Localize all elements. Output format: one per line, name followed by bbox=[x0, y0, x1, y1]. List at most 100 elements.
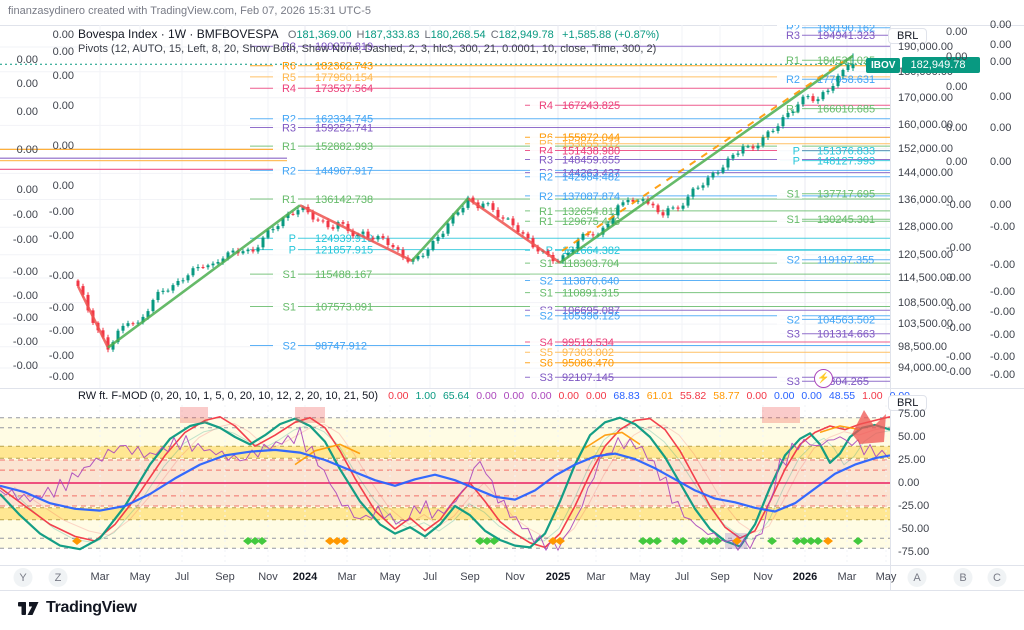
svg-text:R2: R2 bbox=[539, 172, 553, 184]
price-tick: 108,500.00 bbox=[898, 296, 954, 309]
oscillator-values: 0.00 1.00 65.64 0.00 0.00 0.00 0.00 0.00 68.83 61… bbox=[381, 390, 910, 402]
last-price-symbol: IBOV bbox=[866, 57, 901, 73]
aux-zero-tick: -0.00 bbox=[12, 209, 38, 221]
aux-zero-tick: -0.00 bbox=[48, 371, 74, 383]
timescale-badge-B[interactable]: B bbox=[953, 568, 973, 587]
red-flag-shape bbox=[852, 410, 886, 444]
time-tick: May bbox=[129, 571, 151, 583]
price-tick: 190,000.00 bbox=[898, 41, 954, 53]
ohlc-value: 181,369.00 bbox=[296, 29, 352, 41]
aux-zero-tick: 0.00 bbox=[946, 26, 968, 38]
aux-zero-tick: -0.00 bbox=[12, 360, 38, 372]
oscillator-title[interactable]: RW ft. F-MOD (0, 20, 10, 1, 5, 0, 20, 10… bbox=[78, 390, 378, 402]
timescale-badge-Y[interactable]: Y bbox=[13, 568, 33, 587]
svg-text:S1: S1 bbox=[283, 269, 296, 281]
svg-text:152882.993: 152882.993 bbox=[315, 141, 373, 153]
svg-text:182362.743: 182362.743 bbox=[315, 61, 373, 73]
svg-text:107573.091: 107573.091 bbox=[315, 301, 373, 313]
oscillator-value: 58.77 bbox=[713, 390, 740, 402]
aux-zero-tick: -0.00 bbox=[946, 199, 972, 211]
aux-zero-tick: -0.00 bbox=[48, 206, 74, 218]
pivot-line-mid-S1: S1 110891.315 bbox=[525, 286, 890, 299]
symbol-title[interactable]: Bovespa Index · 1W · BMFBOVESPA bbox=[78, 27, 279, 41]
price-tick: 144,000.00 bbox=[898, 167, 954, 180]
svg-text:148459.655: 148459.655 bbox=[562, 154, 620, 166]
time-tick: Mar bbox=[337, 571, 357, 583]
zigzag-down-line bbox=[76, 285, 110, 349]
oscillator-value: 0.00 bbox=[801, 390, 822, 402]
symbol-legend[interactable]: Bovespa Index · 1W · BMFBOVESPA O181,369… bbox=[78, 27, 659, 41]
svg-text:R3: R3 bbox=[786, 30, 800, 42]
price-tick: 160,000.00 bbox=[898, 119, 954, 132]
tradingview-logo-text: TradingView bbox=[46, 599, 137, 616]
svg-text:S2: S2 bbox=[787, 314, 800, 326]
svg-text:101314.663: 101314.663 bbox=[817, 329, 875, 341]
aux-zero-tick: -0.00 bbox=[990, 286, 1016, 298]
aux-zero-tick: 0.00 bbox=[990, 122, 1012, 134]
pane-separator[interactable] bbox=[0, 388, 1024, 389]
svg-text:159252.741: 159252.741 bbox=[315, 122, 373, 134]
toolbar-separator bbox=[0, 590, 1024, 591]
pivot-line-right-S1: S1 130245.301 bbox=[777, 213, 890, 226]
svg-text:P: P bbox=[289, 244, 296, 256]
oscillator-value: 1.00 bbox=[862, 390, 883, 402]
pivots-legend[interactable]: Pivots (12, AUTO, 15, Left, 8, 20, Show … bbox=[78, 43, 656, 55]
timescale-badge-C[interactable]: C bbox=[987, 568, 1007, 587]
svg-text:S2: S2 bbox=[540, 275, 553, 287]
svg-text:R5: R5 bbox=[282, 72, 296, 84]
aux-zero-tick: 0.00 bbox=[990, 91, 1012, 103]
svg-text:S3: S3 bbox=[540, 372, 553, 384]
oscillator-value: 48.55 bbox=[828, 390, 856, 402]
tradingview-chart-window: finanzasydinero created with TradingView… bbox=[0, 0, 1024, 630]
svg-text:R1: R1 bbox=[786, 55, 800, 67]
time-tick: May bbox=[379, 571, 401, 583]
pivot-line-right-R3: R3 194941.323 bbox=[777, 29, 890, 42]
timescale-badge-A[interactable]: A bbox=[907, 568, 927, 587]
svg-text:S2: S2 bbox=[787, 255, 800, 267]
svg-text:S3: S3 bbox=[787, 329, 800, 341]
pricescale-separator bbox=[890, 25, 891, 590]
main-chart-canvas[interactable]: R3 190277.819R6 182362.743R5 177950.154R4 17… bbox=[0, 25, 890, 388]
price-tick: 103,500.00 bbox=[898, 318, 954, 331]
oscillator-value: 1.00 bbox=[415, 390, 436, 402]
tradingview-logo[interactable]: TradingView bbox=[18, 599, 137, 617]
price-tick: 94,000.00 bbox=[898, 362, 947, 374]
aux-zero-tick: -0.00 bbox=[946, 322, 972, 334]
time-tick: Jul bbox=[174, 571, 190, 583]
aux-zero-tick: -0.00 bbox=[946, 366, 972, 378]
oscillator-value: 68.83 bbox=[613, 390, 640, 402]
aux-zero-tick: 0.00 bbox=[52, 140, 74, 152]
svg-text:R6: R6 bbox=[282, 61, 296, 73]
aux-zero-tick: 0.00 bbox=[16, 78, 38, 90]
oscillator-legend[interactable]: RW ft. F-MOD (0, 20, 10, 1, 5, 0, 20, 10… bbox=[78, 390, 910, 402]
svg-text:166010.685: 166010.685 bbox=[817, 103, 875, 115]
aux-zero-tick: -0.00 bbox=[48, 270, 74, 282]
lightning-icon[interactable]: ⚡ bbox=[814, 369, 833, 388]
aux-zero-tick: 0.00 bbox=[946, 156, 968, 168]
aux-zero-tick: 0.00 bbox=[990, 156, 1012, 168]
time-tick: Mar bbox=[586, 571, 606, 583]
time-tick: Mar bbox=[837, 571, 857, 583]
oscillator-tick: 25.00 bbox=[898, 454, 926, 466]
oscillator-canvas[interactable] bbox=[0, 400, 890, 565]
aux-zero-tick: -0.00 bbox=[946, 302, 972, 314]
aux-zero-tick: -0.00 bbox=[12, 234, 38, 246]
oscillator-value: 0.00 bbox=[531, 390, 552, 402]
peak-highlight-box bbox=[295, 407, 325, 423]
svg-text:177950.154: 177950.154 bbox=[315, 72, 373, 84]
price-tick: 136,000.00 bbox=[898, 193, 954, 206]
svg-text:S1: S1 bbox=[787, 189, 800, 201]
aux-zero-tick: 0.00 bbox=[16, 54, 38, 66]
oscillator-value: 0.00 bbox=[773, 390, 795, 402]
oscillator-value: 0.00 bbox=[585, 390, 607, 402]
svg-text:R2: R2 bbox=[786, 74, 800, 86]
svg-text:118303.704: 118303.704 bbox=[562, 258, 619, 270]
timescale-badge-Z[interactable]: Z bbox=[48, 568, 68, 587]
aux-zero-tick: 0.00 bbox=[52, 180, 74, 192]
svg-text:P: P bbox=[793, 155, 800, 167]
pivot-line-right-S3: S3 101314.663 bbox=[777, 327, 890, 341]
pivot-line-right-R1: R1 166010.685 bbox=[777, 102, 890, 115]
svg-text:R1: R1 bbox=[539, 216, 553, 228]
time-tick: 2025 bbox=[545, 571, 571, 583]
price-tick: 170,000.00 bbox=[898, 91, 954, 104]
